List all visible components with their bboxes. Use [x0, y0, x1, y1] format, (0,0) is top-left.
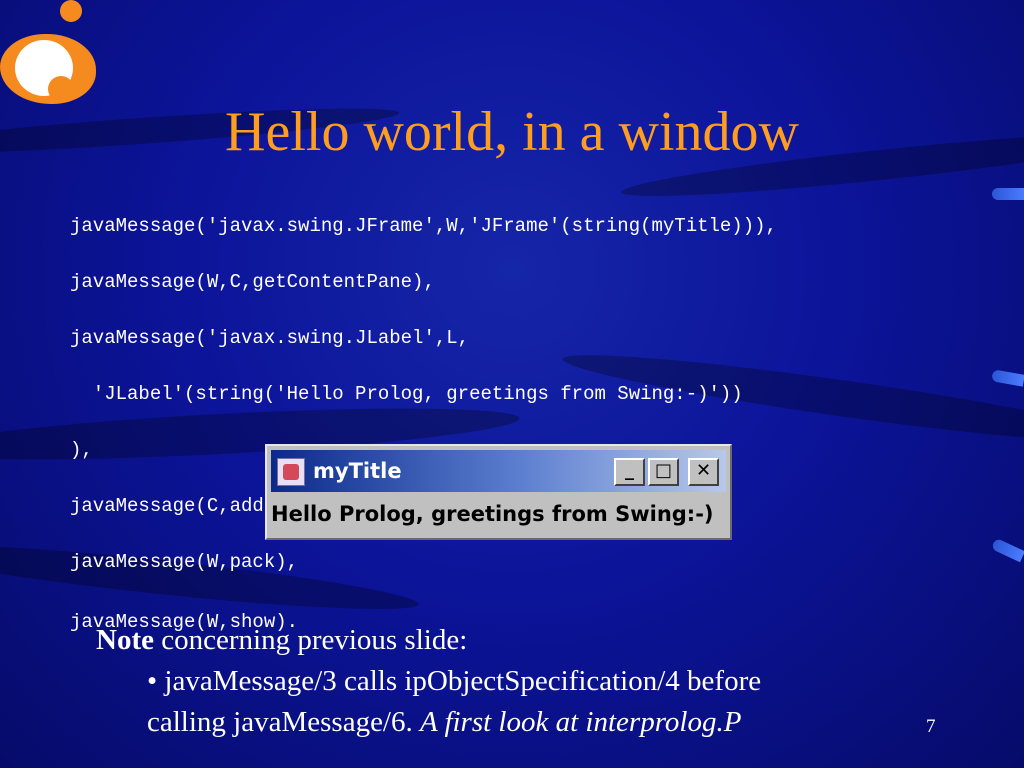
note-block: Note concerning previous slide: • javaMe… — [96, 620, 761, 743]
java-app-icon — [277, 458, 305, 486]
code-line: javaMessage(W,pack), — [70, 551, 299, 573]
page-number: 7 — [926, 716, 936, 737]
note-continuation-line: calling javaMessage/6. A first look at i… — [96, 702, 761, 743]
code-line: javaMessage('javax.swing.JFrame',W,'JFra… — [70, 215, 777, 237]
code-line: javaMessage(W,C,getContentPane), — [70, 271, 435, 293]
note-heading: Note — [96, 624, 154, 656]
background-tick — [991, 369, 1024, 387]
note-heading-line: Note concerning previous slide: — [96, 620, 761, 661]
swing-window-screenshot: myTitle _ □ ✕ Hello Prolog, greetings fr… — [265, 444, 732, 540]
window-title: myTitle — [313, 459, 402, 483]
minimize-button[interactable]: _ — [614, 458, 645, 486]
background-tick — [990, 537, 1024, 563]
slide-title: Hello world, in a window — [225, 101, 799, 163]
maximize-button[interactable]: □ — [648, 458, 679, 486]
note-bullet: • javaMessage/3 calls ipObjectSpecificat… — [147, 665, 762, 697]
note-heading-rest: concerning previous slide: — [153, 624, 468, 656]
note-italic: A first look at interprolog.P — [420, 706, 742, 738]
code-line: 'JLabel'(string('Hello Prolog, greetings… — [70, 383, 743, 405]
logo — [0, 0, 110, 110]
background-tick — [992, 188, 1024, 200]
window-title-bar: myTitle _ □ ✕ — [271, 450, 726, 492]
code-block: javaMessage('javax.swing.JFrame',W,'JFra… — [70, 184, 777, 664]
note-continuation: calling javaMessage/6. — [147, 706, 420, 738]
close-button[interactable]: ✕ — [688, 458, 719, 486]
code-line: javaMessage('javax.swing.JLabel',L, — [70, 327, 470, 349]
window-label: Hello Prolog, greetings from Swing:-) — [271, 502, 714, 526]
